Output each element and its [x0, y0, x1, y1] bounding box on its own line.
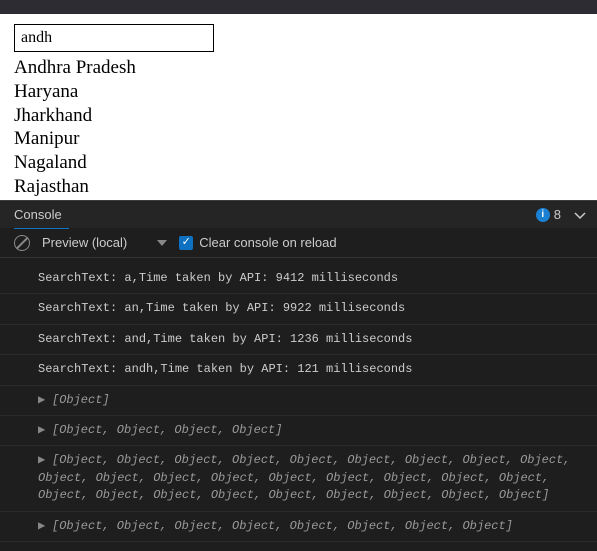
expand-triangle-icon[interactable]: ▶: [38, 452, 45, 469]
log-object-text: [Object, Object, Object, Object]: [52, 423, 282, 437]
result-item[interactable]: Rajasthan: [14, 175, 583, 199]
log-object-text: [Object, Object, Object, Object, Object,…: [38, 453, 570, 502]
collapse-panel-button[interactable]: [571, 206, 589, 224]
log-entry-object[interactable]: ▶ [Object, Object, Object, Object]: [0, 416, 597, 446]
log-entry-object[interactable]: ▶ [Object]: [0, 386, 597, 416]
result-item[interactable]: Haryana: [14, 80, 583, 104]
clear-on-reload-toggle[interactable]: ✓ Clear console on reload: [179, 235, 336, 250]
expand-triangle-icon[interactable]: ▶: [38, 518, 45, 535]
clear-on-reload-label: Clear console on reload: [199, 235, 336, 250]
console-log-body: SearchText: a,Time taken by API: 9412 mi…: [0, 258, 597, 548]
console-tab-underline: [14, 228, 69, 229]
info-icon: i: [536, 208, 550, 222]
log-entry: SearchText: and,Time taken by API: 1236 …: [0, 325, 597, 355]
console-panel: Console i 8 Preview (local) ✓ Clear cons…: [0, 200, 597, 548]
window-top-bar: [0, 0, 597, 14]
app-preview-area: Andhra Pradesh Haryana Jharkhand Manipur…: [0, 14, 597, 200]
info-count-badge[interactable]: i 8: [536, 207, 561, 222]
console-tab[interactable]: Console: [14, 207, 62, 222]
result-item[interactable]: Manipur: [14, 127, 583, 151]
result-item[interactable]: Jharkhand: [14, 104, 583, 128]
log-object-text: [Object, Object, Object, Object, Object,…: [52, 519, 513, 533]
result-item[interactable]: Andhra Pradesh: [14, 56, 583, 80]
console-header: Console i 8: [0, 200, 597, 228]
log-entry: SearchText: andh,Time taken by API: 121 …: [0, 355, 597, 385]
chevron-down-icon: [573, 208, 587, 222]
expand-triangle-icon[interactable]: ▶: [38, 422, 45, 439]
checkbox-checked-icon: ✓: [179, 236, 193, 250]
clear-console-icon[interactable]: [14, 235, 30, 251]
log-entry-object[interactable]: ▶ [Object, Object, Object, Object, Objec…: [0, 512, 597, 542]
autocomplete-results: Andhra Pradesh Haryana Jharkhand Manipur…: [14, 56, 583, 200]
log-object-text: [Object]: [52, 393, 110, 407]
search-input[interactable]: [14, 24, 214, 52]
info-count: 8: [554, 207, 561, 222]
context-dropdown-label: Preview (local): [42, 235, 127, 250]
log-entry: SearchText: an,Time taken by API: 9922 m…: [0, 294, 597, 324]
log-entry-object[interactable]: ▶ [Object, Object, Object, Object, Objec…: [0, 446, 597, 511]
expand-triangle-icon[interactable]: ▶: [38, 392, 45, 409]
log-entry: SearchText: a,Time taken by API: 9412 mi…: [0, 264, 597, 294]
context-dropdown[interactable]: Preview (local): [42, 235, 167, 250]
result-item[interactable]: Nagaland: [14, 151, 583, 175]
console-toolbar: Preview (local) ✓ Clear console on reloa…: [0, 228, 597, 258]
dropdown-triangle-icon: [157, 240, 167, 246]
